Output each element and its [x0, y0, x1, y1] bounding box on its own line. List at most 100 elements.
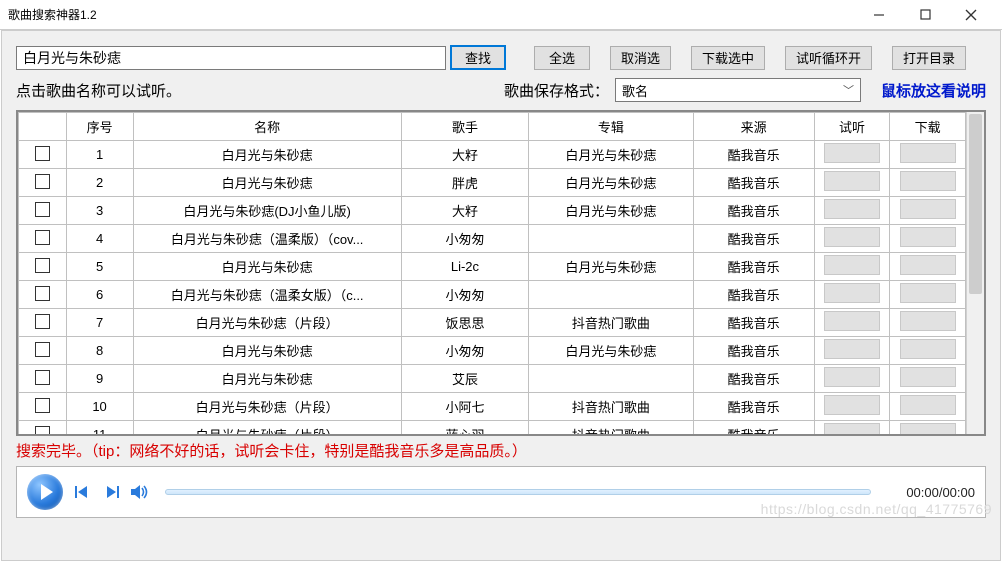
row-checkbox[interactable]	[35, 398, 50, 413]
cell-name[interactable]: 白月光与朱砂痣	[133, 365, 401, 393]
download-button[interactable]	[900, 423, 956, 434]
cell-source: 酷我音乐	[693, 281, 814, 309]
row-checkbox[interactable]	[35, 286, 50, 301]
cell-name[interactable]: 白月光与朱砂痣	[133, 141, 401, 169]
preview-button[interactable]	[824, 423, 880, 434]
preview-button[interactable]	[824, 227, 880, 247]
cell-name[interactable]: 白月光与朱砂痣（温柔版）（cov...	[133, 225, 401, 253]
cell-name[interactable]: 白月光与朱砂痣（片段）	[133, 393, 401, 421]
preview-button[interactable]	[824, 143, 880, 163]
seek-slider[interactable]	[165, 489, 871, 495]
preview-button[interactable]	[824, 283, 880, 303]
results-table: 序号 名称 歌手 专辑 来源 试听 下载 1白月光与朱砂痣大籽白月光与朱砂痣酷我…	[18, 112, 966, 434]
deselect-all-button[interactable]: 取消选	[610, 46, 671, 70]
click-hint: 点击歌曲名称可以试听。	[16, 80, 181, 101]
col-source: 来源	[693, 113, 814, 141]
hint-row: 点击歌曲名称可以试听。 歌曲保存格式： 歌名 ﹀ 鼠标放这看说明	[16, 78, 986, 102]
table-row: 7白月光与朱砂痣（片段）饭思思抖音热门歌曲酷我音乐	[19, 309, 966, 337]
search-button[interactable]: 查找	[450, 45, 506, 70]
download-button[interactable]	[900, 283, 956, 303]
download-button[interactable]	[900, 367, 956, 387]
volume-button[interactable]	[131, 484, 151, 500]
cell-album	[529, 365, 693, 393]
cell-album	[529, 281, 693, 309]
row-checkbox[interactable]	[35, 426, 50, 435]
cell-idx: 8	[66, 337, 133, 365]
cell-name[interactable]: 白月光与朱砂痣（片段）	[133, 421, 401, 435]
cell-album: 抖音热门歌曲	[529, 393, 693, 421]
minimize-button[interactable]	[856, 0, 902, 30]
cell-album: 白月光与朱砂痣	[529, 197, 693, 225]
row-checkbox[interactable]	[35, 230, 50, 245]
cell-album	[529, 225, 693, 253]
prev-track-button[interactable]	[71, 481, 93, 503]
col-checkbox	[19, 113, 67, 141]
status-text: 搜索完毕。（tip：网络不好的话，试听会卡住，特别是酷我音乐多是高品质。）	[16, 440, 986, 460]
preview-button[interactable]	[824, 339, 880, 359]
row-checkbox[interactable]	[35, 146, 50, 161]
download-button[interactable]	[900, 311, 956, 331]
cell-album: 白月光与朱砂痣	[529, 337, 693, 365]
preview-loop-button[interactable]: 试听循环开	[785, 46, 872, 70]
play-button[interactable]	[27, 474, 63, 510]
row-checkbox[interactable]	[35, 370, 50, 385]
download-button[interactable]	[900, 395, 956, 415]
row-checkbox[interactable]	[35, 314, 50, 329]
cell-source: 酷我音乐	[693, 225, 814, 253]
cell-artist: Li-2c	[401, 253, 529, 281]
open-dir-button[interactable]: 打开目录	[892, 46, 966, 70]
cell-idx: 10	[66, 393, 133, 421]
preview-button[interactable]	[824, 171, 880, 191]
scroll-thumb[interactable]	[969, 114, 982, 294]
maximize-button[interactable]	[902, 0, 948, 30]
select-all-button[interactable]: 全选	[534, 46, 590, 70]
instructions-link[interactable]: 鼠标放这看说明	[881, 80, 986, 101]
download-selected-button[interactable]: 下载选中	[691, 46, 765, 70]
table-row: 6白月光与朱砂痣（温柔女版）（c...小匆匆 酷我音乐	[19, 281, 966, 309]
download-button[interactable]	[900, 255, 956, 275]
next-track-button[interactable]	[101, 481, 123, 503]
format-select[interactable]: 歌名 ﹀	[615, 78, 861, 102]
cell-source: 酷我音乐	[693, 309, 814, 337]
preview-button[interactable]	[824, 199, 880, 219]
next-icon	[105, 485, 119, 499]
preview-button[interactable]	[824, 395, 880, 415]
cell-name[interactable]: 白月光与朱砂痣（片段）	[133, 309, 401, 337]
table-row: 10白月光与朱砂痣（片段）小阿七抖音热门歌曲酷我音乐	[19, 393, 966, 421]
row-checkbox[interactable]	[35, 174, 50, 189]
cell-idx: 6	[66, 281, 133, 309]
row-checkbox[interactable]	[35, 202, 50, 217]
window-title: 歌曲搜索神器1.2	[8, 6, 97, 23]
cell-idx: 11	[66, 421, 133, 435]
cell-name[interactable]: 白月光与朱砂痣	[133, 337, 401, 365]
download-button[interactable]	[900, 339, 956, 359]
close-button[interactable]	[948, 0, 994, 30]
time-display: 00:00/00:00	[885, 485, 975, 500]
cell-album: 白月光与朱砂痣	[529, 169, 693, 197]
download-button[interactable]	[900, 143, 956, 163]
row-checkbox[interactable]	[35, 258, 50, 273]
cell-name[interactable]: 白月光与朱砂痣(DJ小鱼儿版)	[133, 197, 401, 225]
vertical-scrollbar[interactable]	[966, 112, 984, 434]
col-idx: 序号	[66, 113, 133, 141]
download-button[interactable]	[900, 171, 956, 191]
cell-album: 白月光与朱砂痣	[529, 253, 693, 281]
preview-button[interactable]	[824, 255, 880, 275]
download-button[interactable]	[900, 227, 956, 247]
cell-source: 酷我音乐	[693, 169, 814, 197]
cell-idx: 5	[66, 253, 133, 281]
format-select-value: 歌名	[622, 81, 648, 100]
download-button[interactable]	[900, 199, 956, 219]
row-checkbox[interactable]	[35, 342, 50, 357]
cell-name[interactable]: 白月光与朱砂痣	[133, 253, 401, 281]
table-row: 9白月光与朱砂痣艾辰酷我音乐	[19, 365, 966, 393]
cell-name[interactable]: 白月光与朱砂痣（温柔女版）（c...	[133, 281, 401, 309]
cell-source: 酷我音乐	[693, 337, 814, 365]
preview-button[interactable]	[824, 311, 880, 331]
search-input[interactable]	[16, 46, 446, 70]
preview-button[interactable]	[824, 367, 880, 387]
cell-name[interactable]: 白月光与朱砂痣	[133, 169, 401, 197]
cell-artist: 艾辰	[401, 365, 529, 393]
cell-artist: 小匆匆	[401, 281, 529, 309]
cell-idx: 1	[66, 141, 133, 169]
